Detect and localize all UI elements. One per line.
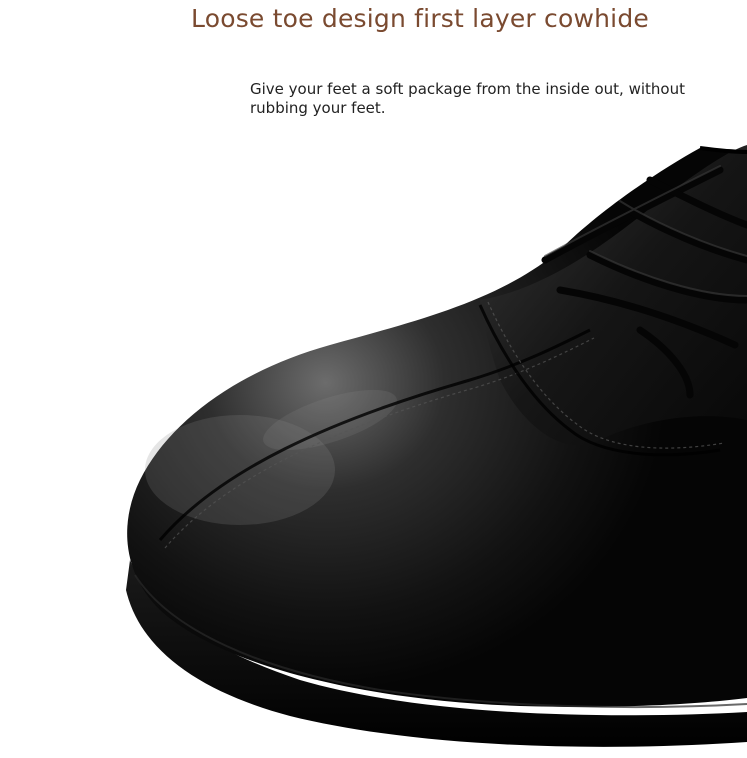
description: Give your feet a soft package from the i… [250,80,685,117]
headline: Loose toe design first layer cowhide [191,4,649,33]
product-detail-page: Loose toe design first layer cowhide Giv… [0,0,747,758]
